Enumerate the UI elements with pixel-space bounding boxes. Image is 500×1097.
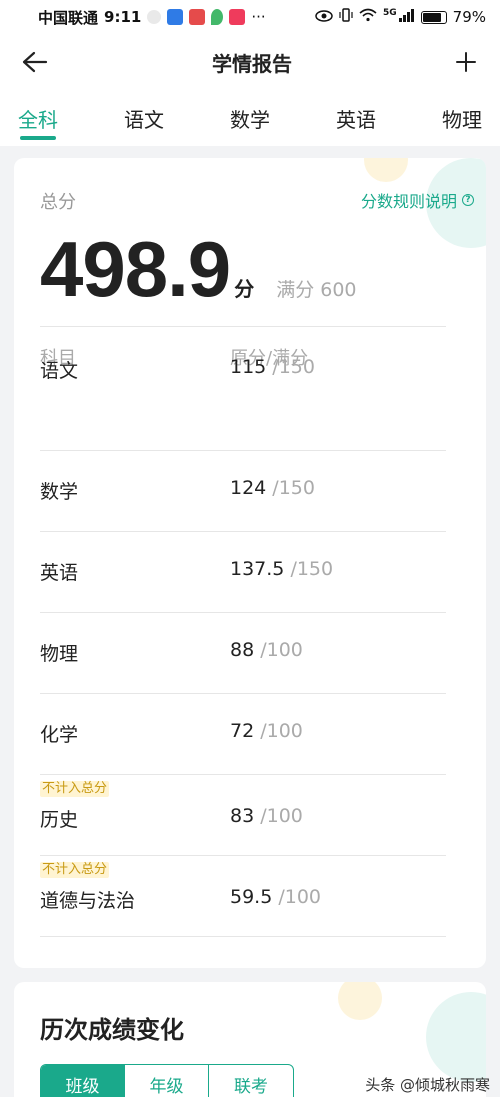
subject-name: 数学 <box>40 481 79 503</box>
subject-tabs: 全科 语文 数学 英语 物理 <box>0 90 500 146</box>
status-time: 9:11 <box>104 8 142 26</box>
subject-name: 化学 <box>40 724 79 746</box>
score-card: 总分 分数规则说明 ? 498.9 分 满分 600 科目 原分/满分 语文 1… <box>14 158 486 968</box>
score-rules-label: 分数规则说明 <box>360 192 457 211</box>
question-icon: ? <box>462 194 474 206</box>
network-type-label: 5G <box>383 8 397 18</box>
app-red-icon <box>189 9 206 25</box>
app-blue-icon <box>167 9 184 25</box>
battery-percent: 79% <box>452 8 486 26</box>
table-row: 英语 137.5 /150 <box>40 532 446 613</box>
trend-title: 历次成绩变化 <box>40 1016 184 1044</box>
subject-name: 语文 <box>40 360 79 382</box>
segment-joint-exam[interactable]: 联考 <box>209 1065 293 1097</box>
total-score-row: 498.9 分 满分 600 <box>40 224 357 315</box>
tab-physics[interactable]: 物理 <box>442 90 482 146</box>
leaf-icon <box>211 9 224 25</box>
subject-name: 英语 <box>40 562 79 584</box>
status-right: 5G 79% <box>315 8 486 26</box>
subject-name: 物理 <box>40 643 79 665</box>
subject-name: 历史 <box>40 809 79 831</box>
watermark: 头条 @倾城秋雨寒 <box>365 1074 490 1095</box>
subject-score: 137.5 /150 <box>230 558 334 580</box>
full-score-text: 满分 600 <box>276 279 357 301</box>
status-left: 中国联通 9:11 ··· <box>38 7 266 28</box>
total-score-value: 498.9 <box>40 225 231 313</box>
decorative-circle-yellow <box>338 982 382 1020</box>
divider <box>40 326 446 327</box>
table-row: 数学 124 /150 <box>40 451 446 532</box>
subject-score: 124 /150 <box>230 477 315 499</box>
table-row: 不计入总分 道德与法治 59.5 /100 <box>40 856 446 937</box>
table-row: 物理 88 /100 <box>40 613 446 694</box>
back-arrow-icon[interactable] <box>22 48 50 76</box>
carrier-name: 中国联通 <box>38 8 99 27</box>
tab-all-subjects[interactable]: 全科 <box>18 90 58 146</box>
subject-score: 83 /100 <box>230 805 303 827</box>
scope-segmented-control: 班级 年级 联考 <box>40 1064 294 1097</box>
excluded-badge: 不计入总分 <box>40 781 110 797</box>
signal-icon <box>398 8 415 26</box>
page-title: 学情报告 <box>212 51 292 76</box>
tab-math[interactable]: 数学 <box>230 90 270 146</box>
watermark-text: 头条 @倾城秋雨寒 <box>365 1076 490 1094</box>
total-score-unit: 分 <box>234 277 255 301</box>
status-bar: 中国联通 9:11 ··· 5G 79% <box>0 0 500 34</box>
subject-score: 115 /150 <box>230 356 315 378</box>
subject-score: 59.5 /100 <box>230 886 322 908</box>
subject-score: 72 /100 <box>230 720 303 742</box>
segment-class[interactable]: 班级 <box>41 1065 125 1097</box>
segment-grade[interactable]: 年级 <box>125 1065 209 1097</box>
vibrate-icon <box>339 8 353 26</box>
excluded-badge: 不计入总分 <box>40 862 110 878</box>
decorative-circle-yellow <box>364 158 408 182</box>
subject-name: 道德与法治 <box>40 890 136 912</box>
tab-english[interactable]: 英语 <box>336 90 376 146</box>
wechat-icon <box>147 10 162 24</box>
decorative-circle-teal <box>426 992 486 1082</box>
more-notifications-icon: ··· <box>251 8 266 26</box>
wifi-icon <box>359 8 377 26</box>
app-header: 学情报告 <box>0 34 500 90</box>
score-rules-link[interactable]: 分数规则说明 ? <box>361 188 474 212</box>
tab-chinese[interactable]: 语文 <box>124 90 164 146</box>
table-row: 不计入总分 历史 83 /100 <box>40 775 446 856</box>
score-table-body: 语文 115 /150 数学 124 /150 英语 137.5 /150 物理… <box>40 356 446 937</box>
battery-icon <box>420 10 447 24</box>
table-row: 语文 115 /150 <box>40 356 446 451</box>
table-row: 化学 72 /100 <box>40 694 446 775</box>
subject-score: 88 /100 <box>230 639 303 661</box>
total-score-label: 总分 <box>40 192 76 213</box>
plus-icon[interactable] <box>454 50 478 74</box>
eye-icon <box>315 8 333 26</box>
app-pink-icon <box>229 9 246 25</box>
